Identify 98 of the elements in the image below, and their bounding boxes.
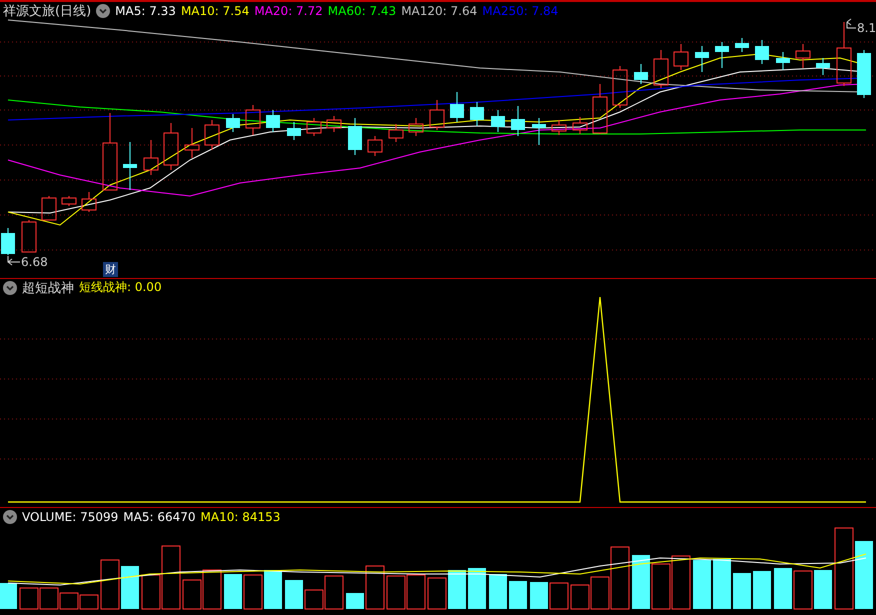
moving-average-legend: MA250: 7.84 bbox=[482, 4, 558, 18]
volume-legend: MA5: 66470 bbox=[123, 510, 196, 524]
volume-bar bbox=[428, 578, 446, 610]
candlestick bbox=[348, 118, 362, 156]
moving-average-legend: MA120: 7.64 bbox=[401, 4, 478, 18]
candlestick bbox=[857, 50, 871, 98]
high-price-label: 8.1 bbox=[857, 21, 876, 35]
moving-average-legend: MA20: 7.72 bbox=[254, 4, 323, 18]
volume-bar bbox=[814, 570, 832, 609]
candlestick bbox=[388, 124, 404, 142]
candlestick bbox=[816, 58, 830, 76]
candlestick bbox=[62, 196, 76, 206]
chevron-down-icon[interactable] bbox=[3, 510, 17, 524]
indicator-value: 短线战神: 0.00 bbox=[79, 279, 162, 296]
volume-bar bbox=[855, 541, 873, 609]
candlestick bbox=[715, 42, 729, 68]
candlestick bbox=[266, 110, 280, 132]
volume-bar bbox=[264, 570, 282, 609]
volume-bar bbox=[20, 588, 38, 610]
candlestick bbox=[123, 142, 137, 190]
volume-bar bbox=[489, 574, 507, 609]
volume-bar bbox=[80, 594, 98, 610]
moving-average-legend: MA60: 7.43 bbox=[328, 4, 396, 18]
candlestick bbox=[287, 122, 301, 140]
candlestick bbox=[511, 106, 525, 136]
volume-bar bbox=[672, 556, 690, 610]
low-price-label: 6.68 bbox=[21, 255, 48, 269]
candlestick bbox=[184, 128, 200, 158]
candlestick bbox=[634, 64, 648, 84]
candlestick bbox=[204, 120, 220, 150]
stock-title: 祥源文旅(日线) bbox=[3, 2, 92, 20]
volume-bar bbox=[652, 564, 670, 610]
candlestick bbox=[144, 140, 158, 176]
candlestick bbox=[735, 38, 749, 52]
volume-bar bbox=[100, 560, 120, 610]
volume-bar bbox=[60, 592, 78, 610]
volume-bar bbox=[794, 570, 812, 610]
volume-bar bbox=[530, 582, 548, 609]
chevron-down-icon[interactable] bbox=[96, 4, 110, 18]
candlestick bbox=[836, 22, 852, 86]
volume-bar bbox=[406, 574, 426, 610]
candlestick bbox=[408, 118, 424, 136]
chevron-down-icon[interactable] bbox=[3, 280, 17, 294]
volume-bar bbox=[224, 574, 242, 609]
candlestick bbox=[164, 122, 178, 170]
candlestick bbox=[42, 196, 56, 220]
candlestick bbox=[695, 46, 709, 72]
candlestick bbox=[654, 50, 668, 88]
volume-legend: MA10: 84153 bbox=[200, 510, 280, 524]
volume-bar bbox=[285, 580, 303, 609]
volume-bar bbox=[713, 559, 731, 609]
volume-bar bbox=[448, 570, 466, 609]
volume-bar bbox=[0, 583, 17, 609]
high-arrow-icon bbox=[846, 18, 856, 28]
candlestick bbox=[755, 40, 769, 64]
volume-bar bbox=[570, 584, 590, 610]
low-arrow-icon bbox=[8, 256, 20, 266]
candlestick bbox=[552, 120, 566, 136]
volume-bar bbox=[202, 570, 222, 610]
candlestick bbox=[368, 136, 382, 156]
volume-bar bbox=[632, 555, 650, 609]
volume-bar bbox=[346, 593, 364, 609]
indicator-name: 超短战神 bbox=[22, 280, 74, 296]
candlestick bbox=[470, 102, 484, 126]
volume-bar bbox=[550, 582, 568, 610]
volume-bar bbox=[774, 568, 792, 609]
moving-average-legend: MA5: 7.33 bbox=[115, 4, 176, 18]
volume-bar bbox=[121, 566, 139, 609]
candlestick bbox=[674, 44, 688, 70]
candlestick bbox=[450, 92, 464, 122]
candlestick bbox=[82, 192, 96, 212]
candlestick bbox=[612, 66, 628, 108]
volume-bar bbox=[366, 566, 384, 610]
event-badge[interactable]: 财 bbox=[103, 262, 118, 277]
candlestick bbox=[776, 52, 790, 70]
candlestick bbox=[532, 118, 546, 146]
volume-bar bbox=[753, 571, 771, 609]
candlestick bbox=[226, 114, 240, 132]
candlestick bbox=[22, 220, 36, 252]
candlestick bbox=[572, 116, 588, 134]
volume-bar bbox=[468, 568, 486, 609]
candlestick bbox=[326, 116, 342, 132]
volume-bar bbox=[733, 573, 751, 609]
volume-bar bbox=[509, 581, 527, 609]
volume-bar bbox=[182, 580, 202, 610]
candlestick bbox=[430, 100, 444, 130]
volume-bar bbox=[40, 588, 58, 610]
candlestick bbox=[592, 84, 608, 134]
candlestick bbox=[246, 104, 260, 136]
candlestick bbox=[491, 110, 505, 132]
candlestick bbox=[306, 118, 322, 136]
candlestick bbox=[1, 228, 15, 256]
volume-bar bbox=[693, 560, 711, 609]
candlestick bbox=[796, 44, 810, 68]
volume-legend: VOLUME: 75099 bbox=[22, 510, 118, 524]
volume-bar bbox=[244, 574, 262, 610]
moving-average-legend: MA10: 7.54 bbox=[180, 4, 250, 18]
volume-bar bbox=[386, 576, 406, 610]
